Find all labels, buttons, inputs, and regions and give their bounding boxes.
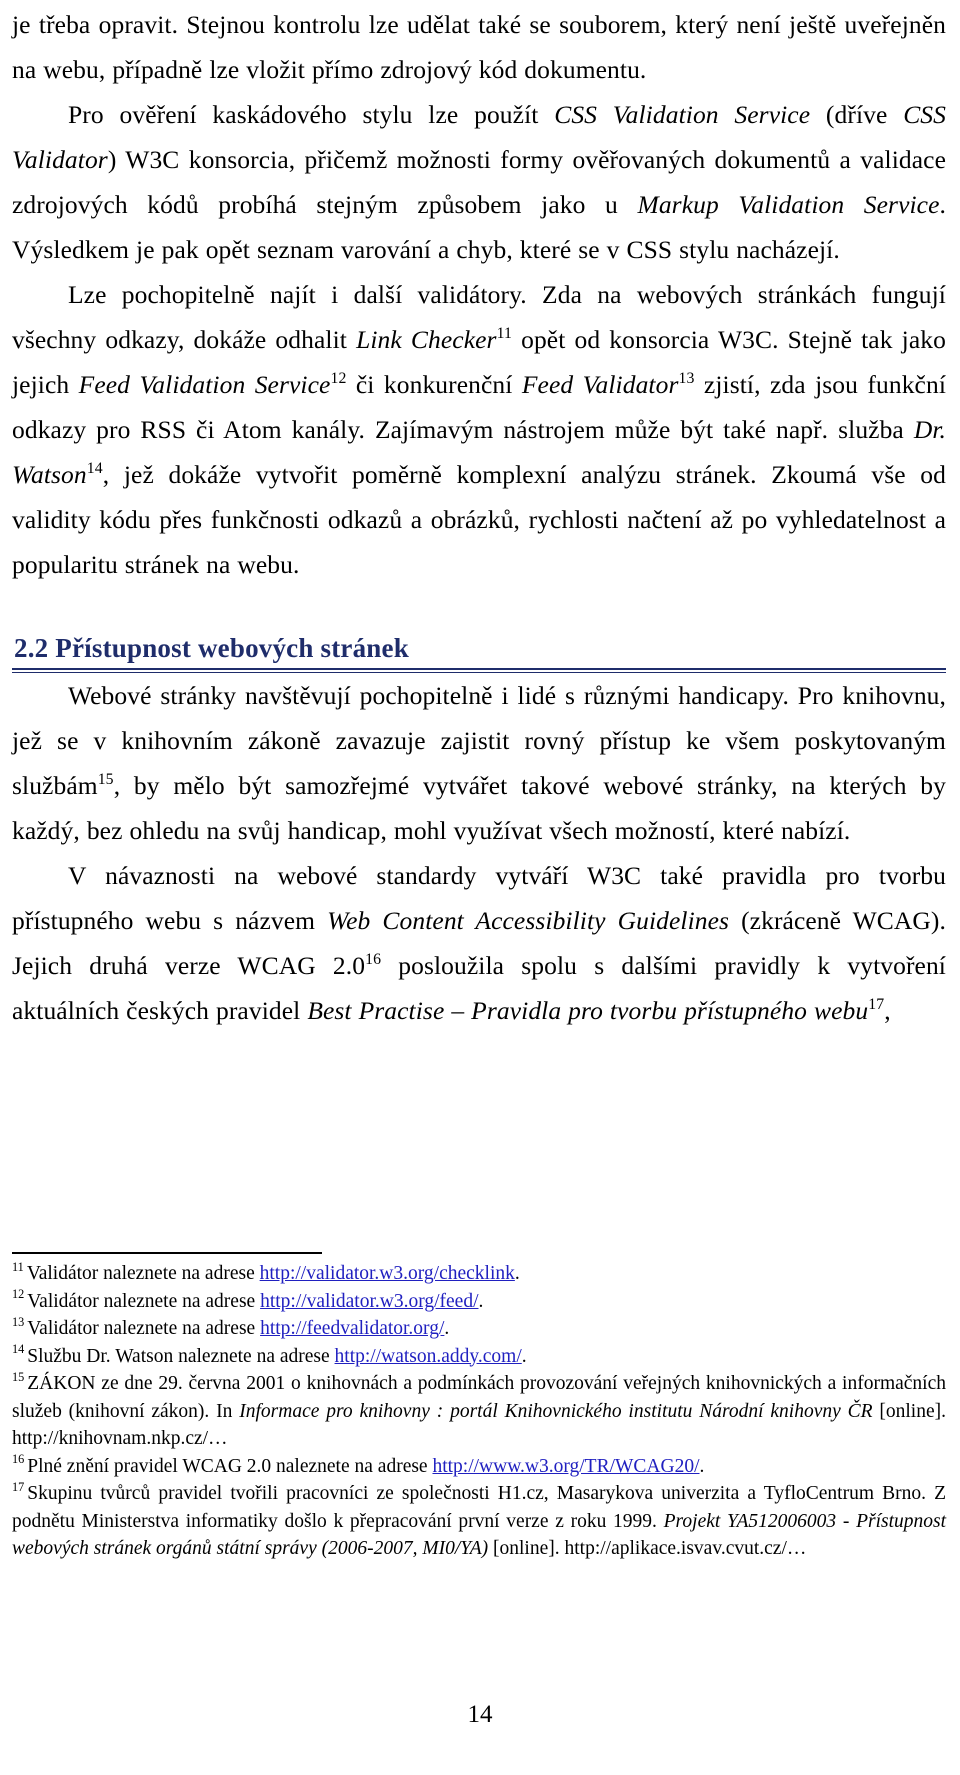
para5-emphasis-best-practise: Best Practise – Pravidla pro tvorbu přís…: [307, 996, 869, 1025]
para3-text-c: či konkurenční: [346, 370, 522, 399]
footnote-url-plain: http://aplikace.isvav.cvut.cz/…: [564, 1538, 807, 1559]
footnote-text-before: Validátor naleznete na adrese: [27, 1290, 261, 1312]
footnote-ref-12[interactable]: 12: [330, 370, 346, 387]
section-heading-2-2: 2.2 Přístupnost webových stránek: [14, 633, 409, 663]
para2-text-a: Pro ověření kaskádového stylu lze použít: [68, 100, 555, 129]
footnote-number: 13: [12, 1314, 25, 1329]
footnote-ref-15[interactable]: 15: [98, 771, 114, 788]
footnote-url-plain: http://knihovnam.nkp.cz/…: [12, 1428, 228, 1449]
paragraph-other-validators: Lze pochopitelně najít i další validátor…: [12, 272, 946, 587]
footnote-number: 14: [12, 1342, 25, 1357]
footnote-link[interactable]: http://watson.addy.com/: [335, 1346, 522, 1367]
para3-emphasis-feed-validation-service: Feed Validation Service: [78, 370, 331, 399]
footnote-ref-14[interactable]: 14: [87, 460, 103, 477]
footnote-text-after: .: [444, 1318, 450, 1339]
footnote-text-before: Validátor naleznete na adrese: [27, 1318, 261, 1339]
footnote-separator-rule: [12, 1252, 322, 1254]
footnote-item: 12 Validátor naleznete na adrese http://v…: [12, 1288, 946, 1316]
footnote-item: 14 Službu Dr. Watson naleznete na adrese …: [12, 1343, 946, 1371]
footnote-item: 13 Validátor naleznete na adrese http://f…: [12, 1315, 946, 1343]
footnote-text-after: .: [478, 1290, 484, 1312]
footnote-text-mid: [online].: [872, 1400, 946, 1422]
footnote-link[interactable]: http://validator.w3.org/checklink: [260, 1263, 515, 1284]
paragraph-accessibility-intro: Webové stránky navštěvují pochopitelně i…: [12, 673, 946, 853]
para3-emphasis-feed-validator: Feed Validator: [521, 370, 679, 399]
footnote-emphasis-source: Informace pro knihovny : portál Knihovni…: [239, 1400, 873, 1422]
footnote-ref-13[interactable]: 13: [678, 370, 694, 387]
footnote-ref-17[interactable]: 17: [868, 996, 884, 1013]
para1-text-b: případně lze vložit přímo zdrojový kód d…: [112, 55, 647, 84]
footnote-text-before: Službu Dr. Watson naleznete na adrese: [27, 1345, 335, 1367]
footnote-ref-16[interactable]: 16: [365, 951, 381, 968]
paragraph-css-validation: Pro ověření kaskádového stylu lze použít…: [12, 92, 946, 272]
footnote-number: 11: [12, 1259, 24, 1274]
footnote-item: 17 Skupinu tvůrců pravidel tvořili pracov…: [12, 1480, 946, 1563]
footnote-ref-11[interactable]: 11: [497, 325, 512, 342]
footnote-link[interactable]: http://www.w3.org/TR/WCAG20/: [432, 1456, 699, 1477]
section-heading-block: 2.2 Přístupnost webových stránek: [12, 631, 946, 673]
para5-emphasis-wcag-title: Web Content Accessibility Guidelines: [327, 906, 730, 935]
footnote-link[interactable]: http://validator.w3.org/feed/: [260, 1291, 478, 1312]
document-page: je třeba opravit. Stejnou kontrolu lze u…: [0, 0, 960, 1775]
footnote-link[interactable]: http://feedvalidator.org/: [260, 1318, 444, 1339]
footnote-text-before: Validátor naleznete na adrese: [26, 1263, 260, 1284]
page-body: je třeba opravit. Stejnou kontrolu lze u…: [12, 0, 946, 1033]
footnote-number: 16: [12, 1452, 25, 1467]
para5-text-d: ,: [884, 996, 891, 1025]
footnote-text-after: .: [699, 1455, 705, 1477]
footnote-text-mid: [online].: [488, 1538, 565, 1559]
para4-text-b: , by mělo být samozřejmé vytvářet takové…: [12, 771, 946, 845]
paragraph-wcag: V návaznosti na webové standardy vytváří…: [12, 853, 946, 1033]
footnote-number: 12: [12, 1287, 25, 1302]
para2-emphasis-css-validation-service: CSS Validation Service: [554, 100, 811, 129]
footnote-item: 15 ZÁKON ze dne 29. června 2001 o knihovn…: [12, 1370, 946, 1453]
page-number: 14: [467, 1701, 493, 1728]
para2-emphasis-markup-validation-service: Markup Validation Service: [637, 190, 940, 219]
footnote-area: 11 Validátor naleznete na adrese http://v…: [12, 1252, 946, 1563]
footnote-number: 17: [12, 1479, 25, 1494]
footnote-number: 15: [12, 1369, 25, 1384]
footnote-text-after: .: [521, 1345, 527, 1367]
footnote-item: 11 Validátor naleznete na adrese http://v…: [12, 1260, 946, 1288]
footnote-item: 16 Plné znění pravidel WCAG 2.0 naleznete…: [12, 1453, 946, 1481]
para3-text-e: , jež dokáže vytvořit poměrně komplexní …: [12, 460, 946, 579]
footnote-text-before: Plné znění pravidel WCAG 2.0 naleznete n…: [27, 1455, 433, 1477]
para3-emphasis-link-checker: Link Checker: [356, 325, 497, 354]
footnote-text-after: .: [514, 1263, 520, 1284]
para2-text-b: (dříve: [810, 100, 904, 129]
paragraph-continuation: je třeba opravit. Stejnou kontrolu lze u…: [12, 2, 946, 92]
